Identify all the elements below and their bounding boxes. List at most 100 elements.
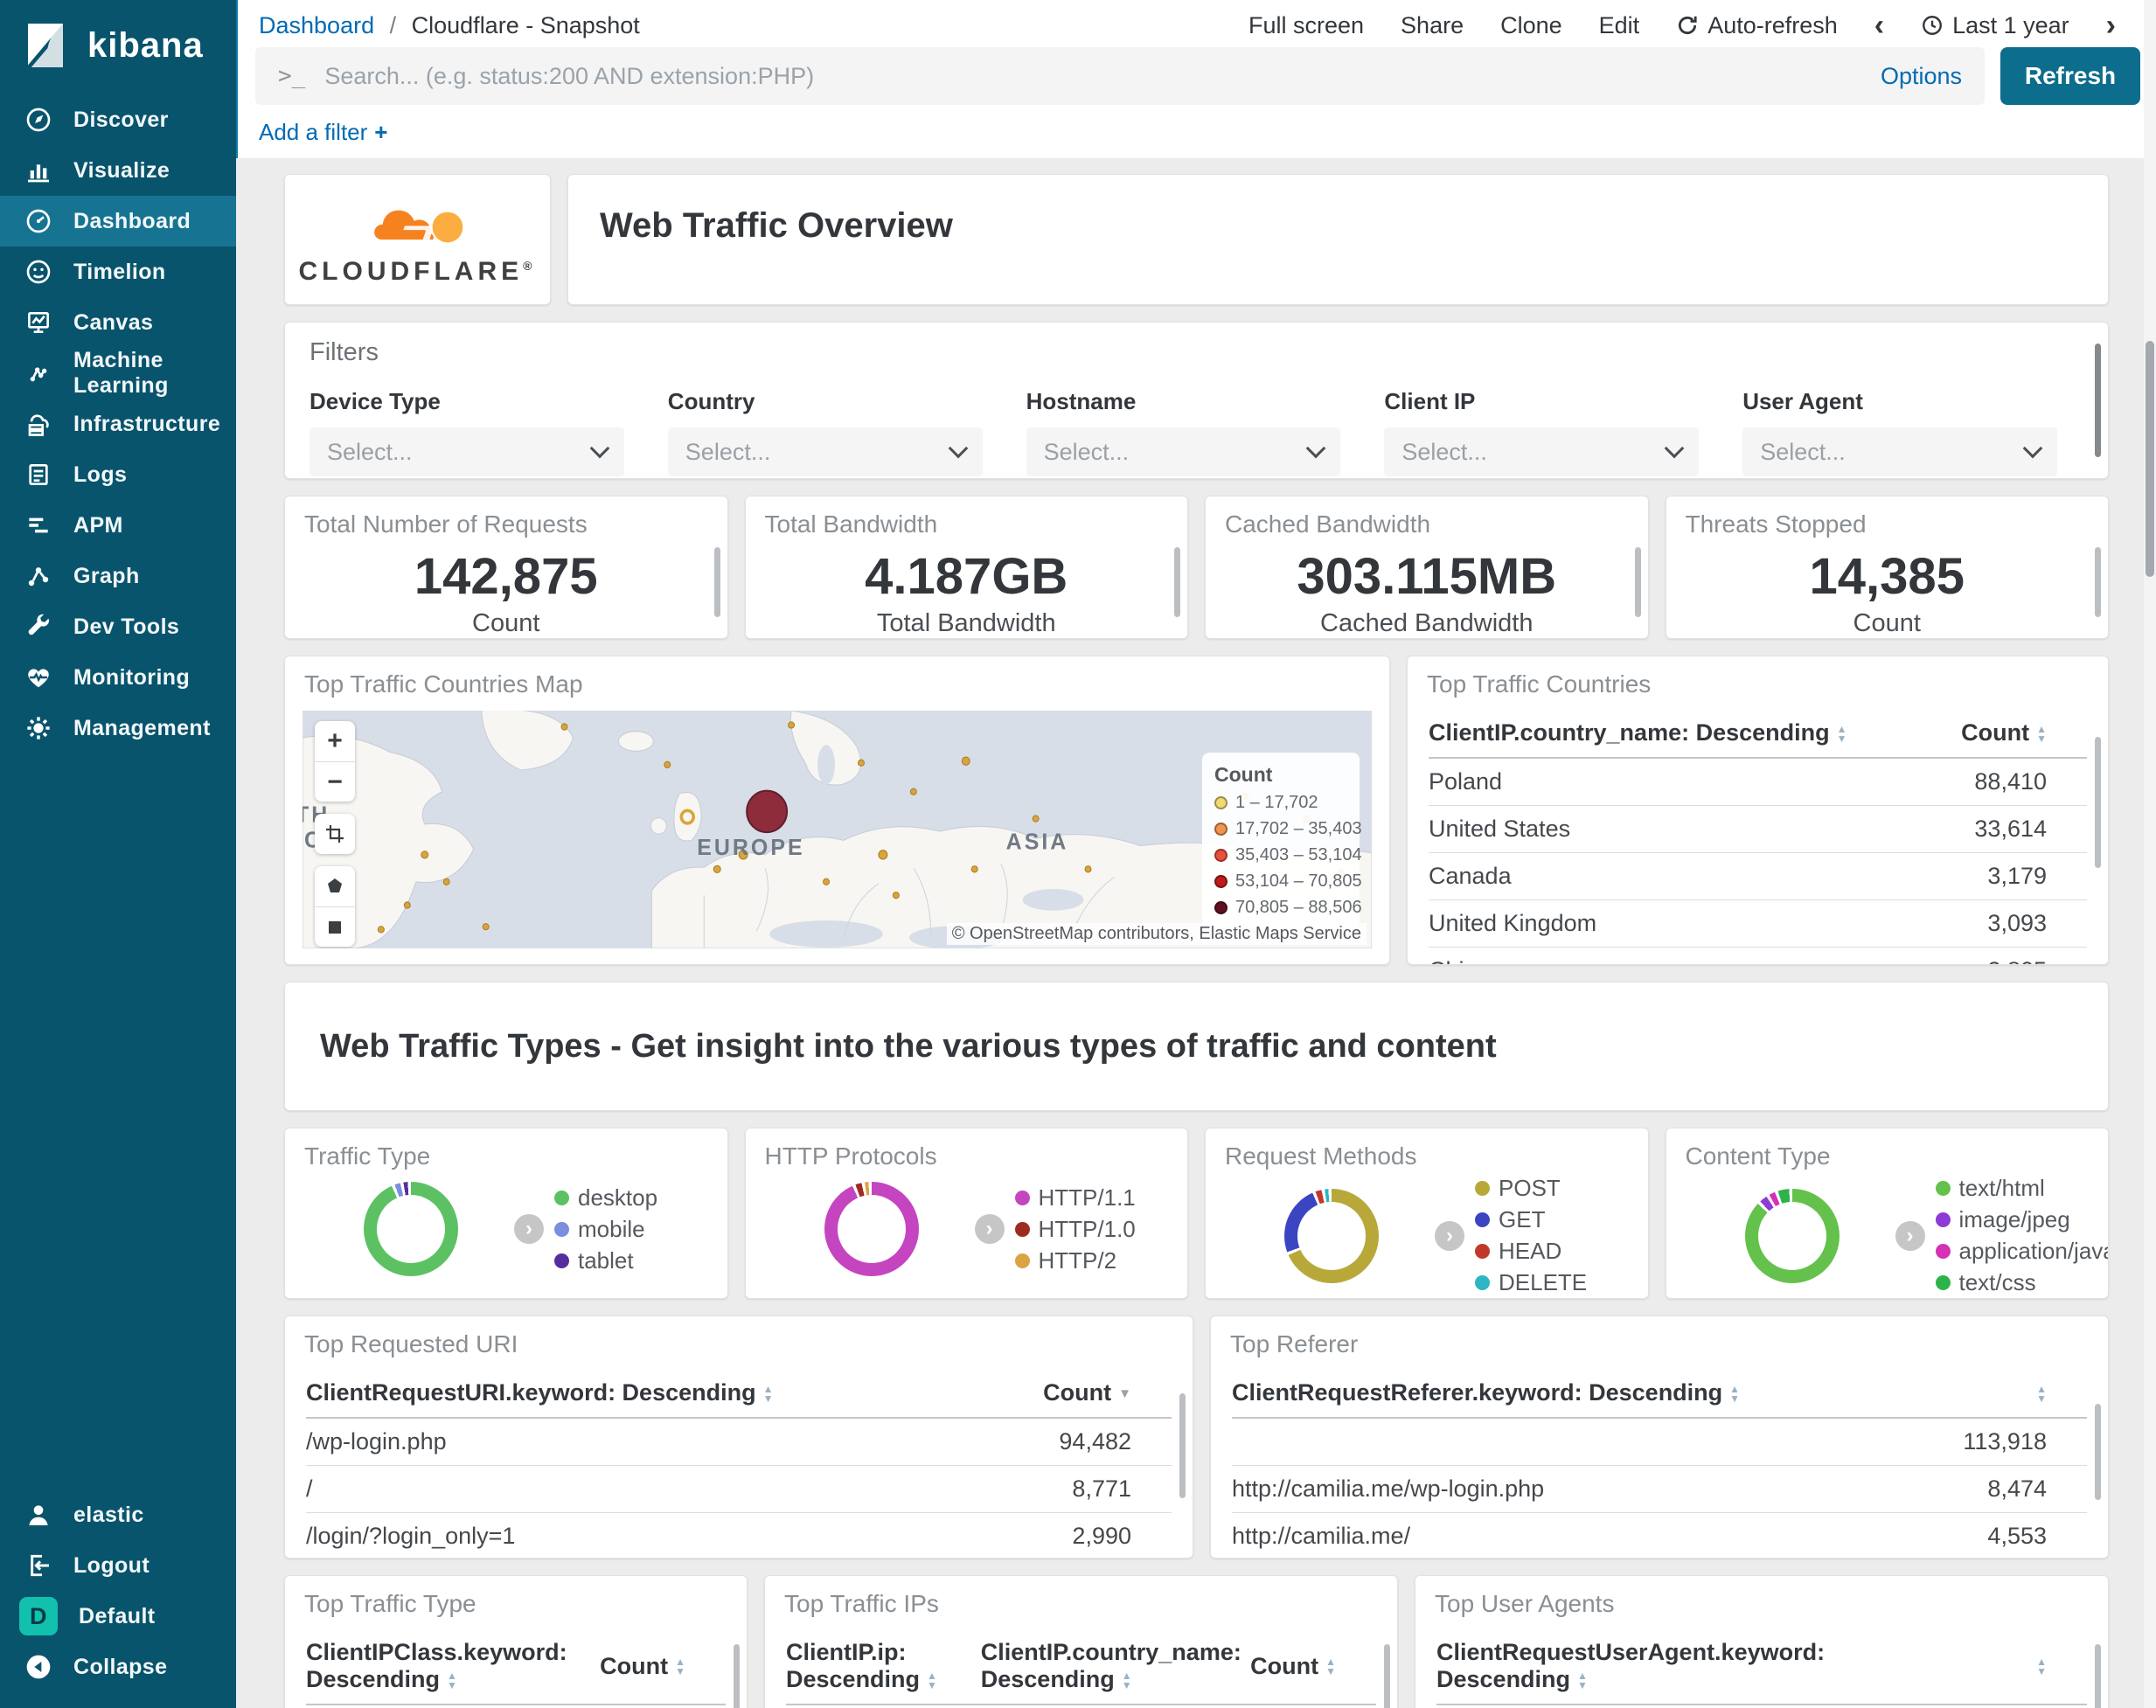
scrollbar-thumb[interactable]	[2146, 341, 2154, 577]
sidebar-item-graph[interactable]: Graph	[0, 551, 236, 601]
sidebar-item-visualize[interactable]: Visualize	[0, 145, 236, 196]
legend-item[interactable]: text/css	[1935, 1269, 2109, 1296]
sidebar-item-discover[interactable]: Discover	[0, 94, 236, 145]
legend-item[interactable]: application/javascript	[1935, 1238, 2108, 1265]
filter-user-agent: User Agent Select...	[1742, 388, 2057, 476]
country-select[interactable]: Select...	[667, 427, 983, 476]
time-range-picker[interactable]: Last 1 year	[1921, 12, 2069, 39]
sidebar-item-collapse[interactable]: Collapse	[0, 1642, 236, 1692]
column-header-count[interactable]: ▲ ▼	[1932, 1365, 2087, 1419]
sidebar-item-timelion[interactable]: Timelion	[0, 246, 236, 297]
sort-icon: ▲ ▼	[1577, 1669, 1588, 1691]
time-prev-button[interactable]: ‹	[1874, 10, 1884, 40]
legend-expand-button[interactable]: ›	[974, 1214, 1005, 1244]
table-row: 185.234.218.33Poland48,474	[786, 1705, 1376, 1708]
column-header-count[interactable]: Count ▲ ▼	[1902, 705, 2087, 759]
column-header-count[interactable]: Count ▼	[928, 1365, 1172, 1419]
world-map[interactable]: EUROPE ASIA TH IC + −	[303, 711, 1372, 948]
refresh-button[interactable]: Refresh	[2000, 47, 2140, 105]
clone-button[interactable]: Clone	[1500, 12, 1562, 39]
panel-scrollbar[interactable]	[1634, 547, 1641, 617]
legend-expand-button[interactable]: ›	[1895, 1220, 1925, 1251]
column-header-country[interactable]: ClientIP.country_name: Descending ▲ ▼	[1429, 705, 1903, 759]
column-header-count[interactable]: Count ▲ ▼	[574, 1625, 726, 1705]
legend-expand-button[interactable]: ›	[514, 1214, 544, 1244]
panel-scrollbar[interactable]	[2095, 344, 2101, 457]
legend-item[interactable]: GET	[1475, 1206, 1587, 1233]
legend-item[interactable]: mobile	[554, 1216, 657, 1243]
map-fit-bounds-button[interactable]	[315, 814, 355, 854]
panel-scrollbar[interactable]	[1174, 547, 1180, 617]
legend-expand-button[interactable]: ›	[1435, 1220, 1464, 1251]
column-header-country[interactable]: ClientIP.country_name: Descending ▲ ▼	[980, 1625, 1241, 1705]
kibana-logo[interactable]: kibana	[0, 0, 236, 89]
time-next-button[interactable]: ›	[2106, 10, 2116, 40]
panel-scrollbar[interactable]	[734, 1644, 740, 1708]
legend-item[interactable]: HTTP/1.0	[1014, 1216, 1136, 1243]
polygon-icon	[328, 878, 342, 892]
panel-scrollbar[interactable]	[1179, 1393, 1186, 1498]
column-header-ip-class[interactable]: ClientIPClass.keyword: Descending ▲ ▼	[306, 1625, 575, 1705]
auto-refresh-button[interactable]: Auto-refresh	[1676, 12, 1838, 39]
add-filter-link[interactable]: Add a filter +	[259, 119, 387, 145]
device-type-select[interactable]: Select...	[309, 427, 624, 476]
hostname-select[interactable]: Select...	[1026, 427, 1341, 476]
sidebar-item-label: Timelion	[73, 259, 166, 284]
sidebar-item-logs[interactable]: Logs	[0, 449, 236, 500]
sidebar-item-infrastructure[interactable]: Infrastructure	[0, 399, 236, 449]
breadcrumb-dashboard-link[interactable]: Dashboard	[259, 12, 374, 38]
map-zoom-out-button[interactable]: −	[315, 761, 355, 802]
legend-item[interactable]: HEAD	[1475, 1238, 1587, 1265]
filter-label: Device Type	[309, 388, 441, 414]
sidebar-item-user[interactable]: elastic	[0, 1489, 236, 1540]
panel-scrollbar[interactable]	[2095, 1404, 2101, 1500]
panel-scrollbar[interactable]	[2095, 547, 2101, 617]
column-header-user-agent[interactable]: ClientRequestUserAgent.keyword: Descendi…	[1436, 1625, 1958, 1705]
map-draw-rectangle-button[interactable]	[315, 906, 355, 947]
column-header-referer[interactable]: ClientRequestReferer.keyword: Descending…	[1232, 1365, 1933, 1419]
legend-item[interactable]: DELETE	[1475, 1269, 1587, 1296]
sidebar-item-space-default[interactable]: D Default	[0, 1591, 236, 1642]
sidebar-item-canvas[interactable]: Canvas	[0, 297, 236, 348]
sidebar-item-management[interactable]: Management	[0, 703, 236, 753]
map-draw-polygon-button[interactable]	[315, 866, 355, 906]
content-type-donut[interactable]	[1744, 1188, 1840, 1283]
legend-item[interactable]: HTTP/1.1	[1014, 1184, 1136, 1212]
sidebar-item-dev-tools[interactable]: Dev Tools	[0, 601, 236, 652]
legend-swatch	[1214, 875, 1228, 888]
sidebar-item-dashboard[interactable]: Dashboard	[0, 196, 236, 246]
legend-item[interactable]: HTTP/2	[1014, 1247, 1136, 1274]
panel-scrollbar[interactable]	[713, 547, 720, 617]
client-ip-select[interactable]: Select...	[1384, 427, 1700, 476]
panel-scrollbar[interactable]	[1384, 1644, 1390, 1708]
traffic-type-donut[interactable]	[364, 1182, 458, 1276]
legend-item[interactable]: image/jpeg	[1935, 1206, 2109, 1233]
full-screen-button[interactable]: Full screen	[1248, 12, 1364, 39]
metric-cached-bandwidth: Cached Bandwidth 303.115MB Cached Bandwi…	[1205, 496, 1649, 639]
sidebar-item-apm[interactable]: APM	[0, 500, 236, 551]
legend-item[interactable]: text/html	[1935, 1175, 2109, 1202]
sidebar-item-machine-learning[interactable]: Machine Learning	[0, 348, 236, 399]
legend-item[interactable]: desktop	[554, 1184, 657, 1212]
map-zoom-in-button[interactable]: +	[315, 721, 355, 761]
options-link[interactable]: Options	[1881, 63, 1962, 90]
column-header-count[interactable]: Count ▲ ▼	[1240, 1625, 1376, 1705]
panel-scrollbar[interactable]	[2095, 737, 2101, 868]
sidebar-user-label: elastic	[73, 1502, 144, 1527]
monitoring-icon	[28, 669, 49, 688]
request-methods-donut[interactable]	[1284, 1188, 1379, 1283]
share-button[interactable]: Share	[1401, 12, 1464, 39]
edit-button[interactable]: Edit	[1599, 12, 1640, 39]
column-header-count[interactable]: ▲ ▼	[1957, 1625, 2087, 1705]
legend-item[interactable]: POST	[1475, 1175, 1587, 1202]
column-header-uri[interactable]: ClientRequestURI.keyword: Descending ▲ ▼	[306, 1365, 929, 1419]
page-scrollbar[interactable]	[2144, 0, 2156, 1708]
user-agent-select[interactable]: Select...	[1742, 427, 2057, 476]
sidebar-item-monitoring[interactable]: Monitoring	[0, 652, 236, 703]
legend-item[interactable]: tablet	[554, 1247, 657, 1274]
http-protocols-donut[interactable]	[824, 1182, 919, 1276]
search-input[interactable]	[324, 62, 1863, 90]
sidebar-item-logout[interactable]: Logout	[0, 1540, 236, 1591]
column-header-client-ip[interactable]: ClientIP.ip: Descending ▲ ▼	[786, 1625, 981, 1705]
panel-scrollbar[interactable]	[2095, 1644, 2101, 1708]
